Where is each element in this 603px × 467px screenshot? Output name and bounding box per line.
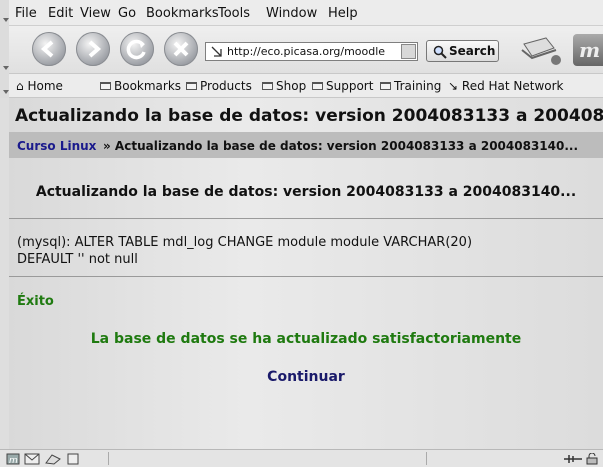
forward-button[interactable]	[76, 32, 110, 66]
update-heading: Actualizando la base de datos: version 2…	[35, 184, 577, 200]
url-text: http://eco.picasa.org/moodle	[227, 45, 386, 58]
back-arrow-icon	[40, 40, 54, 58]
menu-file[interactable]: File	[15, 6, 37, 21]
bookmark-folder-bookmarks[interactable]: Bookmarks	[100, 79, 181, 93]
bookmark-home-label: Home	[27, 79, 63, 93]
folder-icon	[100, 82, 111, 90]
bookmark-label: Shop	[276, 79, 307, 93]
menu-go[interactable]: Go	[118, 6, 136, 21]
stop-icon	[173, 41, 189, 57]
divider	[9, 218, 603, 219]
sql-line-2: DEFAULT '' not null	[17, 252, 138, 267]
security-lock-icon[interactable]	[585, 453, 599, 465]
page-content: Actualizando la base de datos: version 2…	[9, 98, 603, 449]
bookmark-label: Products	[200, 79, 252, 93]
bookmark-folder-products[interactable]: Products	[186, 79, 252, 93]
bookmark-folder-support[interactable]: Support	[312, 79, 373, 93]
reload-icon	[126, 39, 146, 60]
online-status-icon[interactable]	[563, 453, 583, 465]
throbber-logo[interactable]: m	[573, 34, 603, 66]
menu-edit[interactable]: Edit	[48, 6, 73, 21]
home-icon: ⌂	[16, 79, 24, 93]
sql-statement: (mysql): ALTER TABLE mdl_log CHANGE modu…	[17, 234, 517, 268]
url-dropdown-button[interactable]	[401, 44, 416, 59]
bookmarks-toolbar: ⌂ Home Bookmarks Products Shop Support T…	[0, 74, 603, 98]
menu-window[interactable]: Window	[266, 6, 317, 21]
page-proxy-icon	[211, 46, 222, 57]
folder-icon	[262, 82, 273, 90]
menu-bar: File Edit View Go Bookmarks Tools Window…	[0, 0, 603, 26]
sql-line-1: (mysql): ALTER TABLE mdl_log CHANGE modu…	[17, 235, 473, 250]
folder-icon	[380, 82, 391, 90]
back-button[interactable]	[32, 32, 66, 66]
bookmark-label: Bookmarks	[114, 79, 182, 93]
success-message: La base de datos se ha actualizado satis…	[90, 331, 522, 347]
bookmark-folder-training[interactable]: Training	[380, 79, 441, 93]
menu-view[interactable]: View	[80, 6, 111, 21]
navigation-toolbar: http://eco.picasa.org/moodle Search m	[0, 26, 603, 74]
link-arrow-icon: ↘	[448, 79, 459, 93]
success-label: Éxito	[17, 294, 54, 309]
status-bar: m	[0, 449, 603, 467]
reload-button[interactable]	[120, 32, 154, 66]
breadcrumb-current: » Actualizando la base de datos: version…	[103, 139, 579, 153]
page-title: Actualizando la base de datos: version 2…	[15, 106, 603, 126]
search-button[interactable]: Search	[426, 40, 499, 62]
menu-help[interactable]: Help	[328, 6, 358, 21]
status-separator	[426, 452, 427, 465]
bookbar-grippy[interactable]	[0, 74, 9, 98]
divider	[9, 276, 603, 277]
breadcrumb-link-course[interactable]: Curso Linux	[17, 139, 96, 153]
address-book-icon[interactable]	[66, 453, 80, 465]
bookmark-home[interactable]: ⌂ Home	[16, 79, 63, 93]
throbber-letter: m	[579, 38, 601, 62]
breadcrumb: Curso Linux » Actualizando la base de da…	[9, 132, 603, 158]
bookmark-label: Support	[326, 79, 374, 93]
bookmark-red-hat-network[interactable]: ↘ Red Hat Network	[448, 79, 564, 93]
bookmark-folder-shop[interactable]: Shop	[262, 79, 306, 93]
mail-icon[interactable]	[24, 453, 40, 465]
bookmark-label: Red Hat Network	[461, 79, 564, 93]
navbar-grippy[interactable]	[0, 26, 9, 74]
svg-text:m: m	[9, 456, 18, 465]
print-icon[interactable]	[518, 34, 564, 68]
status-separator	[108, 452, 109, 465]
folder-icon	[312, 82, 323, 90]
composer-icon[interactable]	[44, 453, 62, 465]
navigator-icon[interactable]: m	[6, 453, 20, 465]
menu-tools[interactable]: Tools	[218, 6, 250, 21]
menu-bookmarks[interactable]: Bookmarks	[146, 6, 219, 21]
url-field[interactable]: http://eco.picasa.org/moodle	[205, 42, 418, 61]
magnifier-icon	[433, 45, 447, 59]
menubar-grippy[interactable]	[0, 0, 9, 26]
stop-button[interactable]	[164, 32, 198, 66]
continue-link[interactable]: Continuar	[9, 369, 603, 385]
search-button-label: Search	[449, 44, 496, 58]
folder-icon	[186, 82, 197, 90]
sidebar-grippy[interactable]	[0, 98, 9, 449]
forward-arrow-icon	[88, 40, 102, 58]
bookmark-label: Training	[394, 79, 442, 93]
